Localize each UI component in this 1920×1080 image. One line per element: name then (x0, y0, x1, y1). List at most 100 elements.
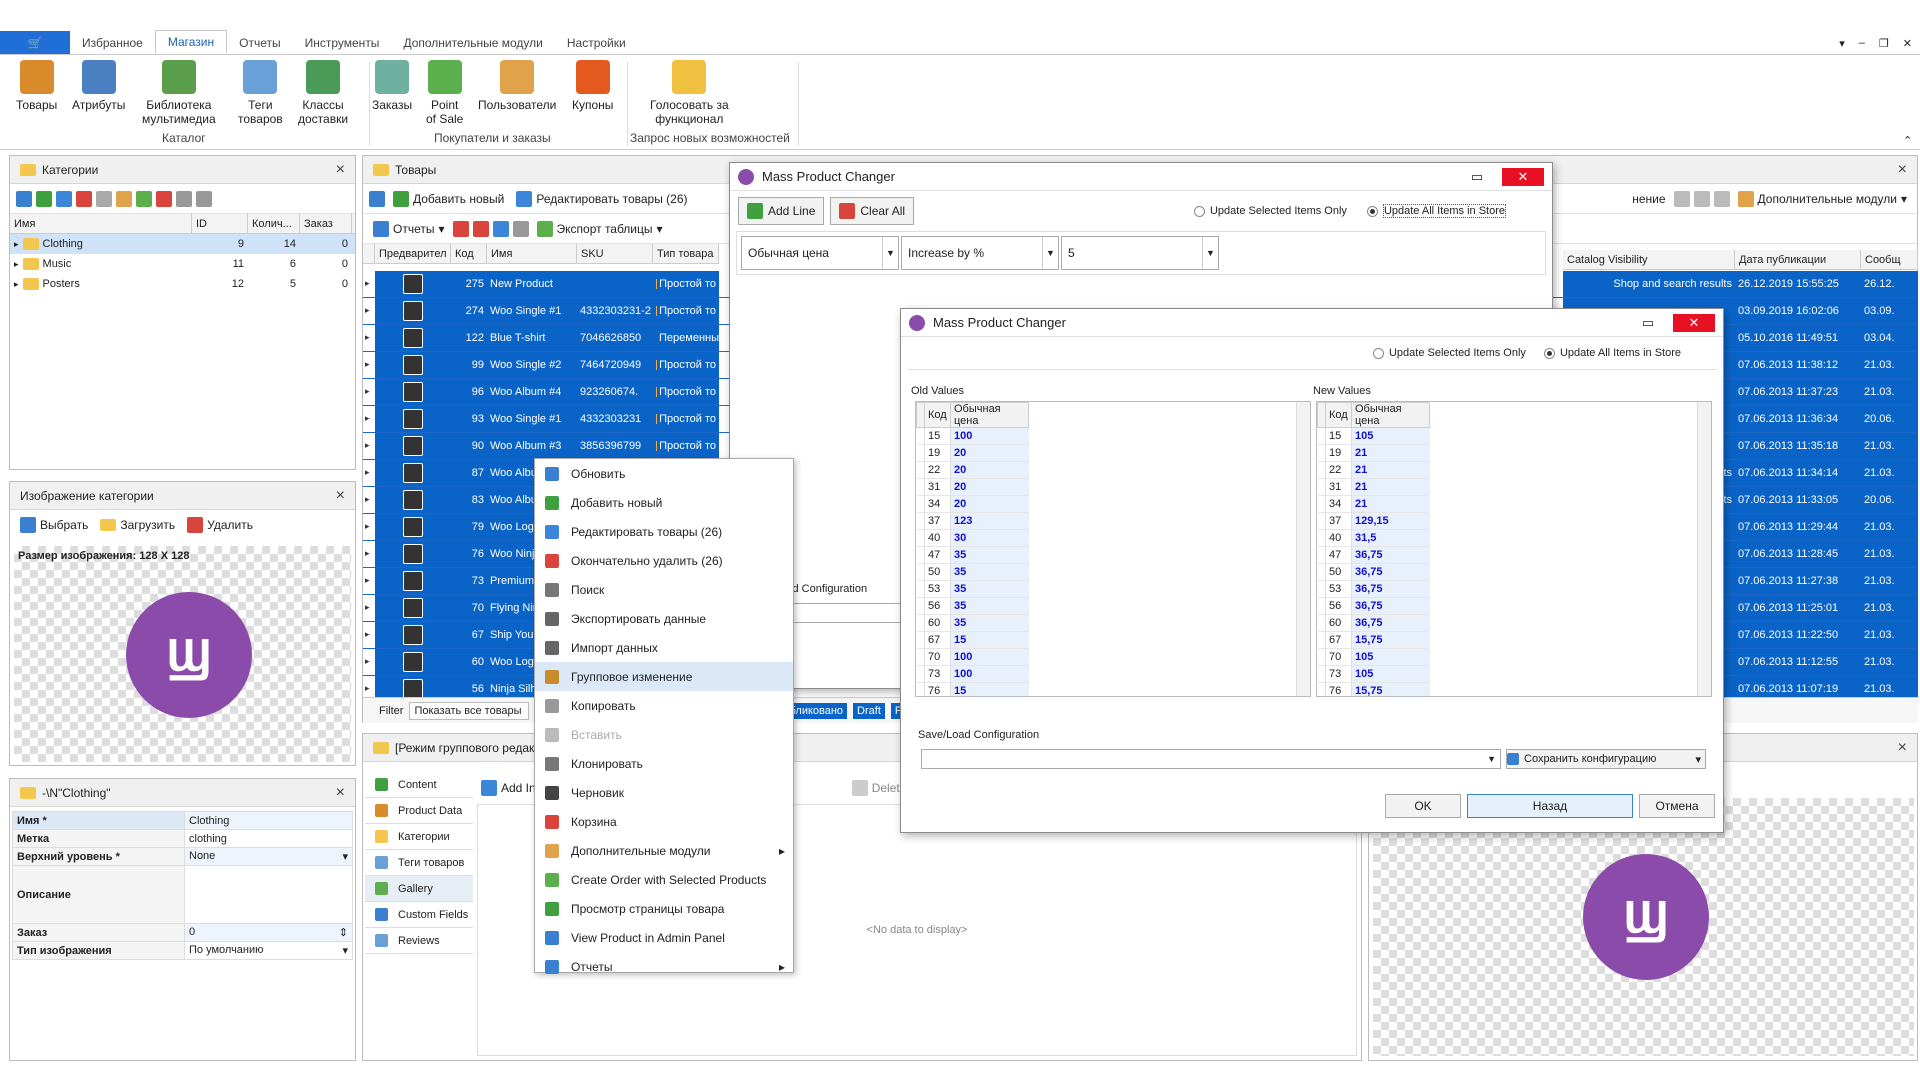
col-sku[interactable]: SKU (577, 243, 653, 264)
menu-item-bulk[interactable]: Групповое изменение (535, 662, 793, 691)
value-row[interactable]: 34 20 (916, 495, 1029, 513)
value-row[interactable]: 34 21 (1317, 495, 1430, 513)
export-table-dropdown[interactable]: Экспорт таблицы ▾ (533, 219, 667, 239)
col-order[interactable]: Заказ (300, 213, 352, 234)
stepper-icon[interactable]: ⇕ (339, 926, 348, 939)
value-row[interactable]: 37 123 (916, 512, 1029, 530)
edit-icon[interactable] (56, 190, 72, 207)
move-icon[interactable] (136, 190, 152, 207)
refresh-icon[interactable] (369, 190, 385, 207)
bulk-tab-6[interactable]: Reviews (365, 928, 473, 954)
menu-item-admin[interactable]: View Product in Admin Panel (535, 923, 793, 952)
chevron-down-icon[interactable]: ▾ (342, 944, 348, 957)
menu-item-refresh[interactable]: Обновить (535, 459, 793, 488)
reports-dropdown[interactable]: Отчеты ▾ (369, 219, 449, 239)
save-config-button[interactable]: Сохранить конфигурацию ▾ (1506, 749, 1706, 769)
add-line-button[interactable]: Add Line (738, 197, 825, 225)
close-button[interactable]: ✕ (1673, 313, 1715, 332)
chevron-down-icon[interactable]: ▼ (1202, 237, 1218, 269)
value-row[interactable]: 15 105 (1317, 427, 1430, 445)
category-row[interactable]: ▸ Music 11 6 0 (10, 254, 355, 274)
slug-field[interactable]: clothing (184, 829, 353, 848)
export-icon[interactable] (176, 190, 192, 207)
value-row[interactable]: 22 20 (916, 461, 1029, 479)
col-name[interactable]: Имя (10, 213, 192, 234)
tree-icon[interactable] (116, 190, 132, 207)
menu-item-delete[interactable]: Окончательно удалить (26) (535, 546, 793, 575)
tab-addons[interactable]: Дополнительные модули (391, 32, 554, 54)
col-preview[interactable]: Предварител (375, 243, 451, 264)
image-type-select[interactable]: По умолчанию ▾ (184, 941, 353, 960)
chevron-down-icon[interactable]: ▼ (882, 237, 898, 269)
menu-item-draft[interactable]: Черновик (535, 778, 793, 807)
col-publish-date[interactable]: Дата публикации (1735, 249, 1861, 270)
close-button[interactable]: ✕ (1502, 167, 1544, 186)
col-price[interactable]: Обычная цена (950, 402, 1029, 428)
ribbon-button-box[interactable]: Товары (16, 60, 57, 112)
value-row[interactable]: 47 35 (916, 546, 1029, 564)
menu-item-search[interactable]: Поиск (535, 575, 793, 604)
menu-item-report[interactable]: Отчеты ▸ (535, 952, 793, 981)
menu-item-export[interactable]: Экспортировать данные (535, 604, 793, 633)
tab-store[interactable]: Магазин (154, 30, 228, 54)
value-row[interactable]: 47 36,75 (1317, 546, 1430, 564)
menu-item-globe[interactable]: Просмотр страницы товара (535, 894, 793, 923)
col-catalog-visibility[interactable]: Catalog Visibility (1563, 249, 1735, 270)
edit-products-button[interactable]: Редактировать товары (26) (512, 189, 691, 209)
status-draft-tab[interactable]: Draft (853, 702, 885, 719)
refresh-icon[interactable] (16, 190, 32, 207)
radio-all-items[interactable]: Update All Items in Store (1366, 204, 1506, 218)
value-row[interactable]: 22 21 (1317, 461, 1430, 479)
value-row[interactable]: 76 15 (916, 682, 1029, 696)
menu-item-puzzle[interactable]: Дополнительные модули ▸ (535, 836, 793, 865)
value-input[interactable]: 5 ▼ (1061, 236, 1219, 270)
tab-reports[interactable]: Отчеты (227, 32, 292, 54)
settings-icon[interactable] (196, 190, 212, 207)
paste-icon[interactable] (1693, 190, 1710, 207)
upload-image-button[interactable]: Загрузить (96, 516, 179, 534)
col-type[interactable]: Тип товара (653, 243, 719, 264)
add-item-button[interactable]: Add In (477, 778, 540, 798)
ribbon-button-truck[interactable]: Классы доставки (298, 60, 348, 126)
restore-icon[interactable]: ❐ (1879, 37, 1889, 50)
close-icon[interactable]: × (336, 784, 345, 802)
name-field[interactable]: Clothing (184, 811, 353, 830)
menu-item-clone[interactable]: Клонировать (535, 749, 793, 778)
choose-image-button[interactable]: Выбрать (16, 515, 92, 535)
add-icon[interactable] (36, 190, 52, 207)
filter-icon[interactable] (452, 220, 469, 237)
parent-select[interactable]: None ▾ (184, 847, 353, 866)
tab-settings[interactable]: Настройки (555, 32, 638, 54)
value-row[interactable]: 70 105 (1317, 648, 1430, 666)
ribbon-expand-icon[interactable]: ⌃ (1903, 134, 1912, 147)
expand-arrow-icon[interactable]: ▸ (14, 259, 19, 270)
value-row[interactable]: 73 105 (1317, 665, 1430, 683)
addons-dropdown[interactable]: Дополнительные модули ▾ (1734, 189, 1911, 209)
menu-item-import[interactable]: Импорт данных (535, 633, 793, 662)
ribbon-button-user[interactable]: Пользователи (478, 60, 556, 112)
menu-item-copy[interactable]: Копировать (535, 691, 793, 720)
category-row[interactable]: ▸ Clothing 9 14 0 (10, 234, 355, 254)
menu-item-edit[interactable]: Редактировать товары (26) (535, 517, 793, 546)
value-row[interactable]: 31 21 (1317, 478, 1430, 496)
close-icon[interactable]: × (336, 487, 345, 505)
chevron-down-icon[interactable]: ▼ (1042, 237, 1058, 269)
tab-tools[interactable]: Инструменты (293, 32, 392, 54)
col-name[interactable]: Имя (487, 243, 577, 264)
expand-arrow-icon[interactable]: ▸ (14, 279, 19, 290)
value-row[interactable]: 73 100 (916, 665, 1029, 683)
collapse-icon[interactable] (156, 190, 172, 207)
value-row[interactable]: 53 35 (916, 580, 1029, 598)
ribbon-button-tag[interactable]: Теги товаров (238, 60, 283, 126)
ok-button[interactable]: OK (1385, 794, 1461, 818)
radio-selected-only[interactable]: Update Selected Items Only (1372, 347, 1526, 359)
value-row[interactable]: 50 35 (916, 563, 1029, 581)
col-code[interactable]: Код (451, 243, 487, 264)
ribbon-button-list[interactable]: Атрибуты (72, 60, 125, 112)
value-row[interactable]: 50 36,75 (1317, 563, 1430, 581)
add-new-button[interactable]: Добавить новый (389, 189, 508, 209)
close-icon[interactable]: × (1898, 161, 1907, 179)
bulk-tab-2[interactable]: Категории (365, 824, 473, 850)
chevron-down-icon[interactable]: ▾ (342, 850, 348, 863)
description-field[interactable] (184, 865, 353, 924)
